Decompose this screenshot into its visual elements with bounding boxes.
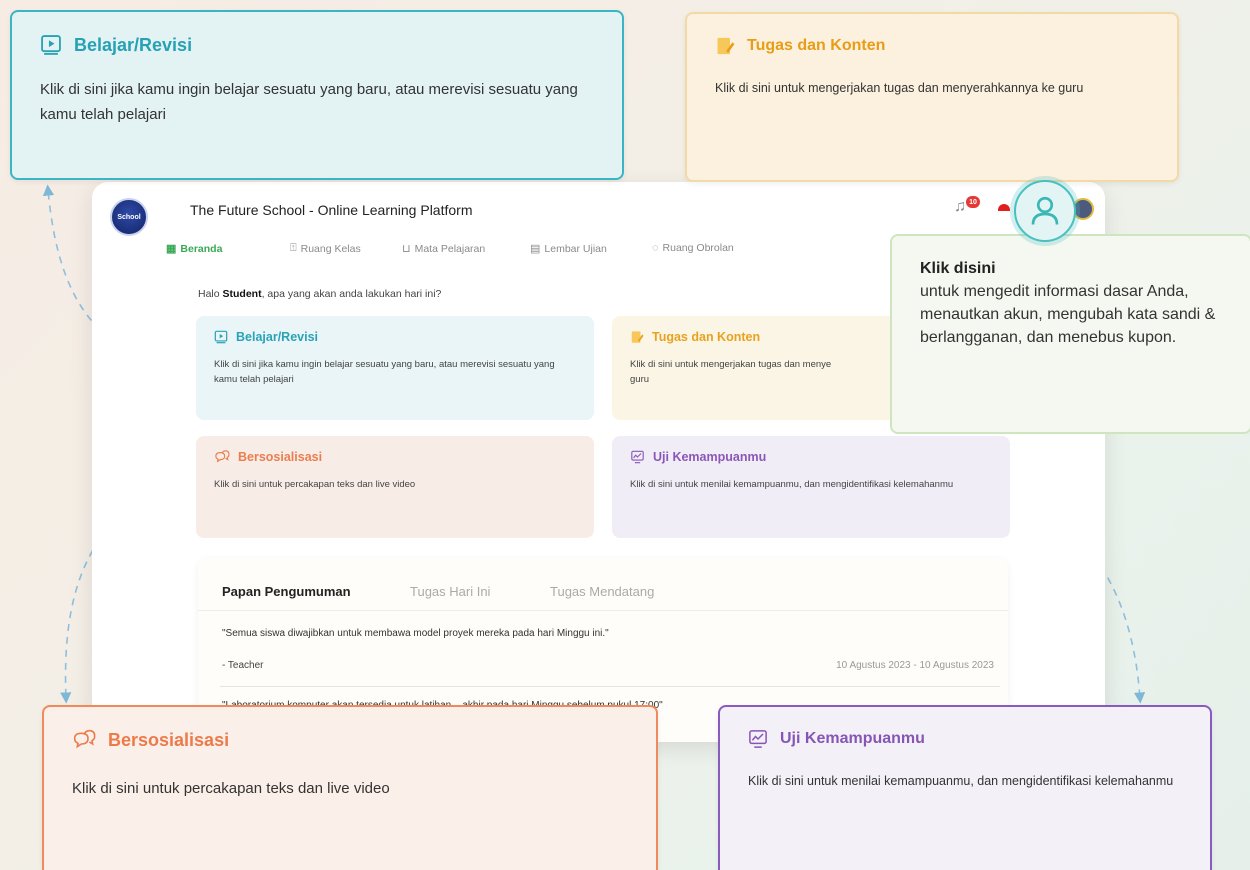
greeting-name: Student [222,288,262,300]
card-desc: Klik di sini jika kamu ingin belajar ses… [214,359,555,385]
tab-tugas-mendatang[interactable]: Tugas Mendatang [550,584,654,599]
greeting-suffix: , apa yang akan anda lakukan hari ini? [261,288,442,300]
callout-title: Bersosialisasi [108,729,230,750]
announcement-text: "Semua siswa diwajibkan untuk membawa mo… [222,628,609,639]
callout-title: Belajar/Revisi [74,34,193,55]
nav-label: Mata Pelajaran [414,242,486,255]
callout-belajar-revisi: Belajar/Revisi Klik di sini jika kamu in… [10,10,624,180]
tab-divider [198,610,1008,611]
announcement-author: - Teacher [222,660,264,671]
edit-document-icon [631,331,644,343]
card-desc: Klik di sini untuk percakapan teks dan l… [214,479,416,490]
callout-desc: Klik di sini untuk percakapan teks dan l… [72,780,390,797]
tab-papan-pengumuman[interactable]: Papan Pengumuman [222,584,351,599]
document-icon: ▤ [530,243,541,255]
chat-bubbles-icon [215,450,230,463]
chat-bubbles-icon [73,729,96,749]
profile-button[interactable] [1014,180,1076,242]
card-uji-kemampuan[interactable]: Uji Kemampuanmu Klik di sini untuk menil… [612,436,1010,538]
card-title: Tugas dan Konten [652,330,761,344]
video-play-icon [41,35,61,55]
book-icon: ⊔ [402,243,411,255]
user-icon [1031,196,1059,225]
callout-profile: Klik disini untuk mengedit informasi das… [890,234,1250,434]
greeting-text: Halo Student, apa yang akan anda lakukan… [198,288,441,300]
announcement-divider [220,686,1000,687]
card-title: Uji Kemampuanmu [653,450,767,464]
callout-title: Klik disini [920,260,996,277]
nav-label: Lembar Ujian [544,242,607,255]
card-desc-line1: Klik di sini untuk mengerjakan tugas dan… [630,359,832,370]
card-bersosialisasi[interactable]: Bersosialisasi Klik di sini untuk percak… [196,436,594,538]
nav-item-beranda[interactable]: ▦ Beranda [166,242,223,256]
tab-tugas-hari-ini[interactable]: Tugas Hari Ini [410,584,490,599]
greeting-prefix: Halo [198,288,223,300]
bell-icon[interactable]: ♫ [954,198,966,216]
door-icon: ⍐ [290,242,297,254]
announcement-date: 10 Agustus 2023 - 10 Agustus 2023 [836,660,994,671]
edit-document-icon [717,37,735,55]
grid-icon: ▦ [166,243,177,255]
callout-desc: Klik di sini untuk mengerjakan tugas dan… [715,81,1084,95]
nav-item-ruang-obrolan[interactable]: ◌ Ruang Obrolan [652,242,734,254]
callout-desc: untuk mengedit informasi dasar Anda, men… [920,283,1216,347]
callout-desc: Klik di sini untuk menilai kemampuanmu, … [748,774,1174,788]
video-play-icon [214,330,228,344]
notification-badge: 10 [966,196,980,208]
logo-text: School [117,213,141,221]
nav-label: Ruang Obrolan [662,242,734,254]
card-desc: Klik di sini untuk menilai kemampuanmu, … [630,479,954,490]
callout-bersosialisasi: Bersosialisasi Klik di sini untuk percak… [42,705,658,870]
card-title: Bersosialisasi [238,450,323,464]
callout-uji-kemampuan: Uji Kemampuanmu Klik di sini untuk menil… [718,705,1212,870]
app-title: The Future School - Online Learning Plat… [190,202,473,218]
chat-icon: ◌ [652,242,659,254]
card-title: Belajar/Revisi [236,330,318,344]
nav-item-ruang-kelas[interactable]: ⍐ Ruang Kelas [290,242,361,255]
language-flag-icon[interactable] [998,204,1010,211]
callout-title: Uji Kemampuanmu [780,730,925,747]
card-belajar-revisi[interactable]: Belajar/Revisi Klik di sini jika kamu in… [196,316,594,420]
nav-item-mata-pelajaran[interactable]: ⊔ Mata Pelajaran [402,242,486,256]
callout-tugas-konten: Tugas dan Konten Klik di sini untuk meng… [685,12,1179,182]
school-logo[interactable]: School [110,198,148,236]
nav-label: Beranda [180,242,223,255]
chart-monitor-icon [631,450,644,464]
callout-title: Tugas dan Konten [747,37,886,54]
nav-label: Ruang Kelas [300,242,361,255]
card-desc-line2: guru [630,373,650,385]
chart-monitor-icon [749,730,767,748]
callout-desc: Klik di sini jika kamu ingin belajar ses… [40,81,578,123]
nav-item-lembar-ujian[interactable]: ▤ Lembar Ujian [530,242,607,256]
